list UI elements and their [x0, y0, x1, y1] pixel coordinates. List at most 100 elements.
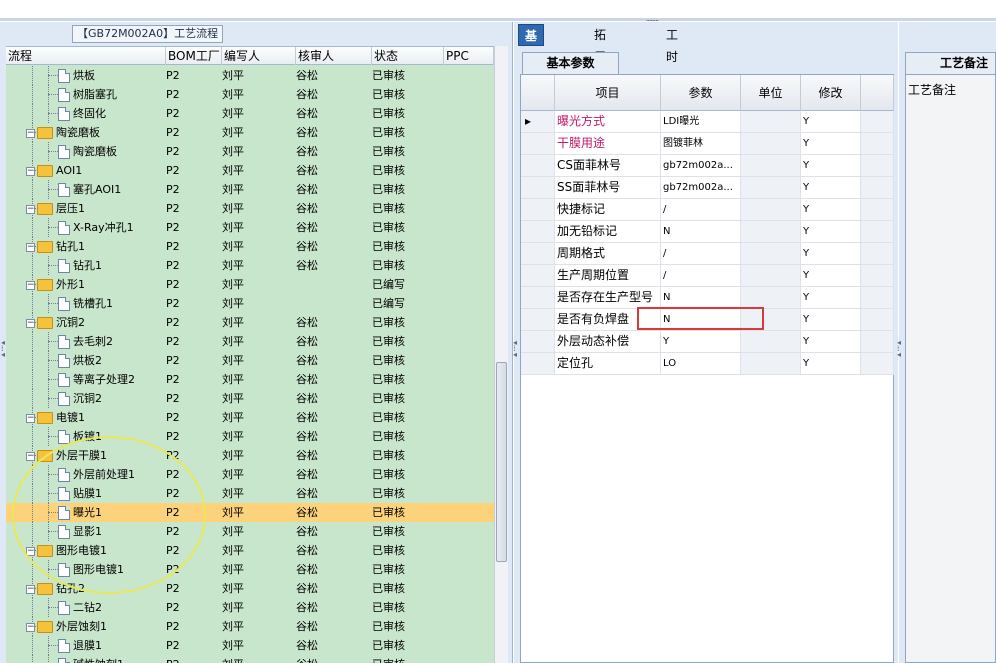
- tree-node[interactable]: − 电镀1: [26, 408, 85, 427]
- param-modify-cell[interactable]: Y: [801, 243, 861, 264]
- tree-node[interactable]: 烘板2: [58, 351, 102, 370]
- param-row[interactable]: CS面菲林号 gb72m002a... Y: [521, 155, 894, 177]
- param-unit-cell[interactable]: [741, 287, 801, 308]
- tree-row[interactable]: X-Ray冲孔1 P2 刘平 谷松 已审核: [6, 218, 494, 237]
- tree-row[interactable]: − 外形1 P2 刘平 已编写: [6, 275, 494, 294]
- tree-row[interactable]: − 沉铜2 P2 刘平 谷松 已审核: [6, 313, 494, 332]
- param-modify-cell[interactable]: Y: [801, 199, 861, 220]
- param-unit-cell[interactable]: [741, 353, 801, 374]
- param-value-cell[interactable]: N: [661, 287, 741, 308]
- param-unit-cell[interactable]: [741, 111, 801, 132]
- tree-row[interactable]: 碱性蚀刻1 P2刘平谷松已审核: [6, 655, 494, 663]
- param-value-cell[interactable]: LO: [661, 353, 741, 374]
- tree-node[interactable]: 钻孔1: [58, 256, 102, 275]
- row-selector[interactable]: ▸: [521, 111, 555, 132]
- collapse-toggle-icon[interactable]: −: [26, 242, 35, 252]
- param-unit-cell[interactable]: [741, 177, 801, 198]
- tree-node[interactable]: − 外层蚀刻1: [26, 617, 107, 636]
- left-collapse-grip-icon[interactable]: ◂ ⁞ ◂: [1, 339, 6, 370]
- tree-row[interactable]: − 电镀1 P2 刘平 谷松 已审核: [6, 408, 494, 427]
- tab-extended-info[interactable]: 拓展信息: [588, 24, 612, 108]
- tree-row[interactable]: 铣槽孔1 P2 刘平 已编写: [6, 294, 494, 313]
- row-selector[interactable]: [521, 177, 555, 198]
- collapse-toggle-icon[interactable]: −: [26, 280, 35, 290]
- param-modify-cell[interactable]: Y: [801, 155, 861, 176]
- tree-node[interactable]: − AOI1: [26, 161, 82, 180]
- tree-row[interactable]: 烘板2 P2 刘平 谷松 已审核: [6, 351, 494, 370]
- tab-work-hours[interactable]: 工时: [660, 24, 684, 64]
- param-unit-cell[interactable]: [741, 133, 801, 154]
- mid-collapse-grip-icon[interactable]: ◂ ⁞ ◂: [513, 339, 518, 370]
- col-header-modify[interactable]: 修改: [801, 75, 861, 111]
- param-modify-cell[interactable]: Y: [801, 265, 861, 286]
- param-row[interactable]: 干膜用途 图镀菲林 Y: [521, 133, 894, 155]
- tree-node[interactable]: 二钻2: [58, 598, 102, 617]
- tree-row[interactable]: 钻孔1 P2 刘平 谷松 已审核: [6, 256, 494, 275]
- tree-node[interactable]: 陶瓷磨板: [58, 142, 117, 161]
- col-header-flow[interactable]: 流程: [6, 47, 166, 65]
- param-modify-cell[interactable]: Y: [801, 111, 861, 132]
- param-value-cell[interactable]: /: [661, 265, 741, 286]
- col-header-item[interactable]: 项目: [555, 75, 661, 111]
- tree-node[interactable]: X-Ray冲孔1: [58, 218, 134, 237]
- collapse-toggle-icon[interactable]: −: [26, 413, 35, 423]
- param-modify-cell[interactable]: Y: [801, 331, 861, 352]
- param-row[interactable]: 生产周期位置 / Y: [521, 265, 894, 287]
- collapse-toggle-icon[interactable]: −: [26, 318, 35, 328]
- param-value-cell[interactable]: 图镀菲林: [661, 133, 741, 154]
- tree-node[interactable]: 沉铜2: [58, 389, 102, 408]
- param-row[interactable]: 加无铅标记 N Y: [521, 221, 894, 243]
- param-unit-cell[interactable]: [741, 221, 801, 242]
- col-header-reviewer[interactable]: 核审人: [296, 47, 372, 65]
- row-selector[interactable]: [521, 243, 555, 264]
- param-row[interactable]: 外层动态补偿 Y Y: [521, 331, 894, 353]
- param-value-cell[interactable]: LDI曝光: [661, 111, 741, 132]
- collapse-toggle-icon[interactable]: −: [26, 128, 35, 138]
- tree-row[interactable]: 去毛刺2 P2 刘平 谷松 已审核: [6, 332, 494, 351]
- param-value-cell[interactable]: gb72m002a...: [661, 177, 741, 198]
- tree-node[interactable]: 退膜1: [58, 636, 102, 655]
- tree-node[interactable]: 铣槽孔1: [58, 294, 113, 313]
- param-row[interactable]: ▸ 曝光方式 LDI曝光 Y: [521, 111, 894, 133]
- tree-row[interactable]: 二钻2 P2 刘平 谷松 已审核: [6, 598, 494, 617]
- tree-node[interactable]: − 层压1: [26, 199, 85, 218]
- row-selector[interactable]: [521, 133, 555, 154]
- tree-node[interactable]: 碱性蚀刻1: [58, 655, 124, 663]
- tree-row[interactable]: − 层压1 P2 刘平 谷松 已审核: [6, 199, 494, 218]
- tree-row[interactable]: 塞孔AOI1 P2 刘平 谷松 已审核: [6, 180, 494, 199]
- row-selector[interactable]: [521, 221, 555, 242]
- param-value-cell[interactable]: /: [661, 199, 741, 220]
- col-header-bom[interactable]: BOM工厂: [166, 47, 222, 65]
- tab-basic-info[interactable]: 基本信息: [518, 24, 545, 109]
- param-row[interactable]: 是否存在生产型号 N Y: [521, 287, 894, 309]
- collapse-toggle-icon[interactable]: −: [26, 584, 35, 594]
- tree-node[interactable]: 去毛刺2: [58, 332, 113, 351]
- row-selector[interactable]: [521, 287, 555, 308]
- tree-node[interactable]: − 钻孔1: [26, 237, 85, 256]
- col-header-status[interactable]: 状态: [372, 47, 444, 65]
- tree-row[interactable]: − AOI1 P2 刘平 谷松 已审核: [6, 161, 494, 180]
- param-value-cell[interactable]: gb72m002a...: [661, 155, 741, 176]
- tree-row[interactable]: − 钻孔1 P2 刘平 谷松 已审核: [6, 237, 494, 256]
- tab-remarks[interactable]: 工艺备注: [905, 52, 996, 74]
- param-value-cell[interactable]: /: [661, 243, 741, 264]
- param-row[interactable]: 快捷标记 / Y: [521, 199, 894, 221]
- subtab-basic-params[interactable]: 基本参数: [522, 52, 619, 74]
- param-row[interactable]: SS面菲林号 gb72m002a... Y: [521, 177, 894, 199]
- collapse-toggle-icon[interactable]: −: [26, 204, 35, 214]
- tree-node[interactable]: 塞孔AOI1: [58, 180, 121, 199]
- collapse-toggle-icon[interactable]: −: [26, 451, 35, 461]
- param-modify-cell[interactable]: Y: [801, 221, 861, 242]
- row-selector[interactable]: [521, 331, 555, 352]
- row-selector[interactable]: [521, 199, 555, 220]
- param-value-cell[interactable]: Y: [661, 331, 741, 352]
- param-modify-cell[interactable]: Y: [801, 133, 861, 154]
- tree-node[interactable]: 等离子处理2: [58, 370, 135, 389]
- tree-row[interactable]: 陶瓷磨板 P2 刘平 谷松 已审核: [6, 142, 494, 161]
- collapse-toggle-icon[interactable]: −: [26, 622, 35, 632]
- param-unit-cell[interactable]: [741, 265, 801, 286]
- tree-row[interactable]: 烘板 P2 刘平 谷松 已审核: [6, 66, 494, 85]
- row-selector[interactable]: [521, 309, 555, 330]
- row-selector[interactable]: [521, 353, 555, 374]
- tree-node[interactable]: 终固化: [58, 104, 106, 123]
